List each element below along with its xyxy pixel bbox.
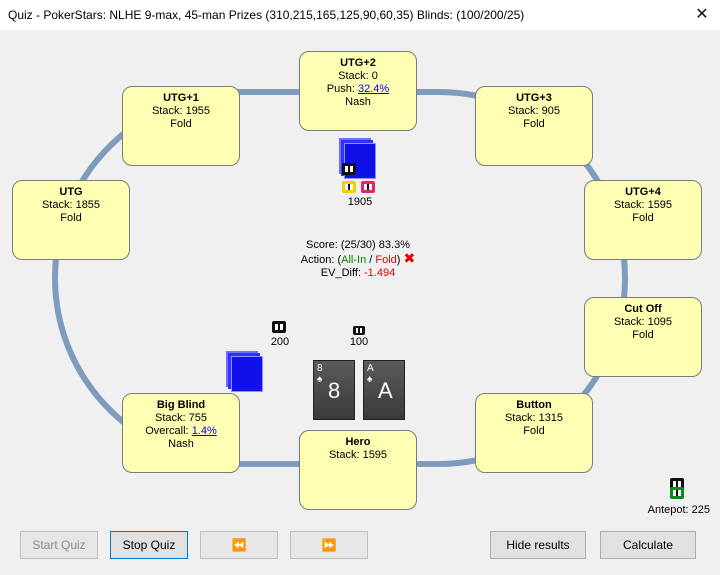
seat-name: Hero	[345, 436, 371, 448]
seat-utg2[interactable]: UTG+2 Stack: 0 Push: 32.4% Nash	[299, 51, 417, 131]
seat-utg3[interactable]: UTG+3 Stack: 905 Fold	[475, 86, 593, 166]
action-prefix: Push:	[326, 83, 358, 95]
seat-action: Fold	[60, 212, 82, 224]
quiz-info: Score: (25/30) 83.3% Action: (All-In / F…	[268, 239, 448, 280]
action-fold: Fold	[375, 254, 397, 266]
seat-action: Fold	[523, 118, 545, 130]
spade-icon: ♠	[367, 374, 373, 385]
seat-stack: Stack: 1095	[613, 316, 673, 328]
seat-action: Fold	[170, 118, 192, 130]
push-range-link[interactable]: 32.4%	[358, 83, 389, 95]
action-suffix: )	[396, 254, 401, 266]
seat-stack: Stack: 1855	[41, 199, 101, 211]
bb-bet-amount: 200	[270, 336, 290, 348]
chip-icon	[342, 163, 356, 175]
ev-diff-line: EV_Diff: -1.494	[268, 267, 448, 280]
chip-icon	[670, 487, 684, 499]
sb-bet-amount: 100	[349, 336, 369, 348]
start-quiz-button[interactable]: Start Quiz	[20, 531, 98, 559]
calculate-button[interactable]: Calculate	[600, 531, 696, 559]
previous-button[interactable]: ⏪	[200, 531, 278, 559]
seat-name: Cut Off	[624, 303, 662, 315]
chip-icon	[342, 181, 356, 193]
seat-stack: Stack: 1595	[613, 199, 673, 211]
action-allin: All-In	[341, 254, 367, 266]
seat-note: Nash	[168, 438, 194, 450]
seat-utg1[interactable]: UTG+1 Stack: 1955 Fold	[122, 86, 240, 166]
seat-name: UTG	[59, 186, 83, 198]
seat-stack: Stack: 755	[155, 412, 207, 424]
seat-name: UTG+1	[163, 92, 199, 104]
seat-stack: Stack: 1315	[504, 412, 564, 424]
seat-name: Button	[516, 399, 552, 411]
folded-cards-icon	[231, 356, 263, 392]
hero-card-1: 8 ♠ 8	[313, 360, 355, 420]
chip-icon	[353, 326, 365, 335]
seat-stack: Stack: 0	[338, 70, 378, 82]
hide-results-button[interactable]: Hide results	[490, 531, 586, 559]
seat-cutoff[interactable]: Cut Off Stack: 1095 Fold	[584, 297, 702, 377]
seat-utg[interactable]: UTG Stack: 1855 Fold	[12, 180, 130, 260]
seat-action: Fold	[523, 425, 545, 437]
ev-label: EV_Diff:	[320, 267, 364, 279]
ev-diff-value: -1.494	[364, 267, 396, 279]
seat-button[interactable]: Button Stack: 1315 Fold	[475, 393, 593, 473]
action-prefix: Overcall:	[145, 425, 192, 437]
seat-action: Push: 32.4%	[300, 83, 416, 96]
seat-action: Fold	[632, 329, 654, 341]
overcall-range-link[interactable]: 1.4%	[192, 425, 217, 437]
card-rank-large: A	[378, 378, 393, 403]
chip-icon	[361, 181, 375, 193]
score-text: Score: (25/30) 83.3%	[306, 239, 410, 251]
seat-action: Fold	[632, 212, 654, 224]
card-rank: 8	[317, 363, 323, 374]
seat-hero[interactable]: Hero Stack: 1595	[299, 430, 417, 510]
seat-name: UTG+4	[625, 186, 661, 198]
seat-utg4[interactable]: UTG+4 Stack: 1595 Fold	[584, 180, 702, 260]
chip-icon	[272, 321, 286, 333]
seat-action: Overcall: 1.4%	[123, 425, 239, 438]
seat-name: UTG+3	[516, 92, 552, 104]
card-rank: A	[367, 363, 374, 374]
action-sep: /	[366, 254, 376, 266]
antepot-text: Antepot: 225	[647, 504, 710, 516]
seat-big-blind[interactable]: Big Blind Stack: 755 Overcall: 1.4% Nash	[122, 393, 240, 473]
wrong-answer-icon: ✖	[403, 250, 416, 266]
action-line: Action: (All-In / Fold) ✖	[268, 250, 448, 267]
seat-name: Big Blind	[156, 399, 206, 411]
seat-stack: Stack: 905	[508, 105, 560, 117]
seat-name: UTG+2	[340, 57, 376, 69]
seat-stack: Stack: 1595	[328, 449, 388, 461]
action-prefix: Action: (	[300, 254, 342, 266]
hero-card-2: A ♠ A	[363, 360, 405, 420]
seat-note: Nash	[345, 96, 371, 108]
card-rank-large: 8	[328, 378, 341, 403]
spade-icon: ♠	[317, 374, 323, 385]
stop-quiz-button[interactable]: Stop Quiz	[110, 531, 188, 559]
seat-stack: Stack: 1955	[151, 105, 211, 117]
utg2-bet-amount: 1905	[347, 196, 373, 208]
next-button[interactable]: ⏩	[290, 531, 368, 559]
